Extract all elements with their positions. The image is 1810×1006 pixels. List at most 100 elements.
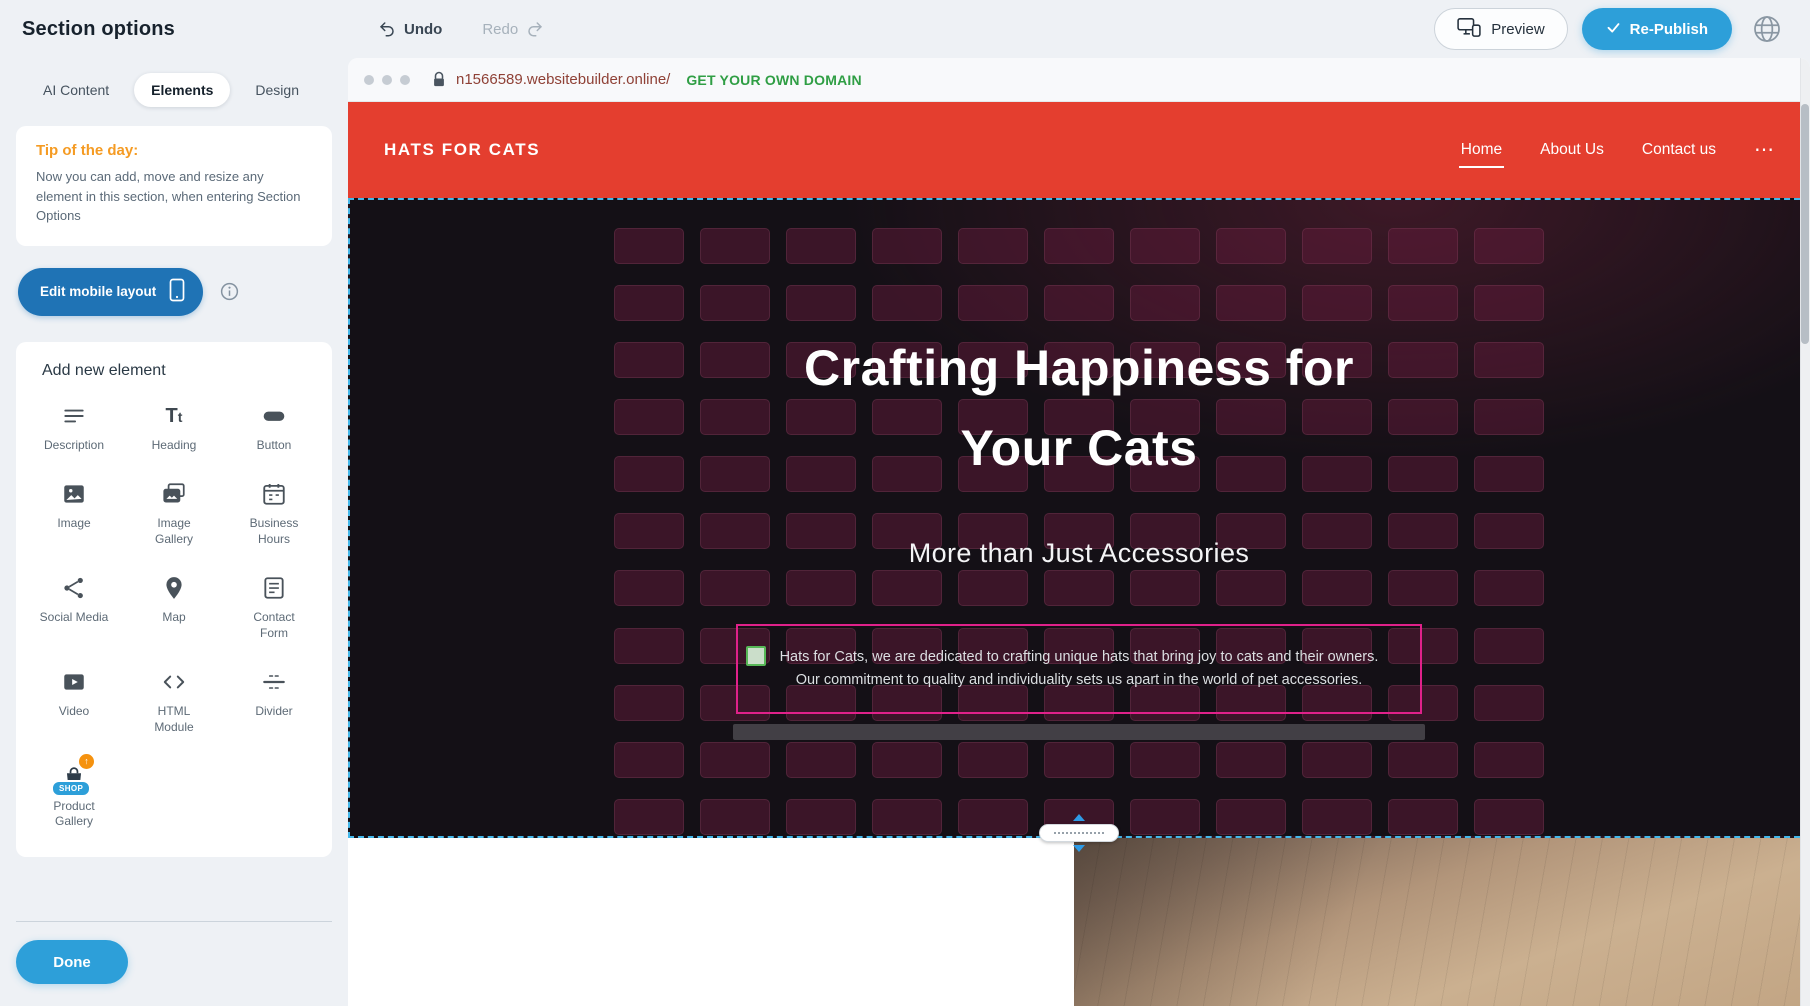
window-dot <box>382 75 392 85</box>
next-section <box>348 838 1810 1006</box>
add-element-contact-form[interactable]: Contact Form <box>224 560 324 654</box>
map-pin-icon <box>161 573 187 603</box>
add-element-image[interactable]: Image <box>24 466 124 560</box>
hero-tile <box>1302 228 1372 264</box>
redo-button[interactable]: Redo <box>476 19 550 39</box>
add-element-html-module[interactable]: HTML Module <box>124 654 224 748</box>
hero-heading[interactable]: Crafting Happiness for Your Cats <box>350 328 1808 488</box>
site-preview-pane: n1566589.websitebuilder.online/ GET YOUR… <box>348 58 1810 1006</box>
history-controls: Undo Redo <box>372 0 550 58</box>
edit-mobile-label: Edit mobile layout <box>40 284 156 299</box>
done-button[interactable]: Done <box>16 940 128 984</box>
site-header[interactable]: HATS FOR CATS Home About Us Contact us ⋯ <box>348 102 1810 198</box>
hero-tile <box>958 285 1028 321</box>
hero-tile <box>872 228 942 264</box>
element-drag-handle[interactable] <box>746 646 766 666</box>
page-title: Section options <box>22 18 175 41</box>
hero-tile <box>1044 228 1114 264</box>
info-icon[interactable] <box>219 281 240 302</box>
hero-tile <box>614 799 684 835</box>
hero-tile <box>1130 228 1200 264</box>
add-element-image-gallery[interactable]: Image Gallery <box>124 466 224 560</box>
site-logo[interactable]: HATS FOR CATS <box>384 140 540 160</box>
tip-title: Tip of the day: <box>36 142 312 159</box>
hero-subheading[interactable]: More than Just Accessories <box>350 538 1808 569</box>
add-element-title: Add new element <box>42 362 324 380</box>
get-your-own-domain-link[interactable]: GET YOUR OWN DOMAIN <box>686 72 861 88</box>
add-element-button[interactable]: Button <box>224 388 324 467</box>
hero-tile <box>1474 628 1544 664</box>
selected-text-element[interactable]: Hats for Cats, we are dedicated to craft… <box>736 624 1422 714</box>
hero-tile <box>700 742 770 778</box>
add-element-business-hours[interactable]: Business Hours <box>224 466 324 560</box>
hero-tile <box>786 570 856 606</box>
hero-tile <box>614 742 684 778</box>
add-element-social-media[interactable]: Social Media <box>24 560 124 654</box>
resize-arrow-down-icon <box>1073 845 1085 852</box>
add-element-heading[interactable]: Tt Heading <box>124 388 224 467</box>
edit-mobile-layout-button[interactable]: Edit mobile layout <box>18 268 203 316</box>
next-section-white-area[interactable] <box>348 838 1074 1006</box>
window-dots <box>364 75 410 85</box>
sidebar-divider <box>16 921 332 922</box>
hero-tile <box>786 799 856 835</box>
nav-contact-us[interactable]: Contact us <box>1642 141 1716 159</box>
tab-design[interactable]: Design <box>238 73 316 107</box>
tip-body: Now you can add, move and resize any ele… <box>36 167 312 226</box>
preview-scrollbar[interactable] <box>1800 58 1810 1006</box>
video-icon <box>61 667 87 697</box>
add-element-product-gallery[interactable]: ↑ SHOP Product Gallery <box>24 749 124 843</box>
section-resize-handle[interactable] <box>1039 814 1119 852</box>
shop-badge: SHOP <box>51 780 91 797</box>
hero-tile <box>614 685 684 721</box>
add-element-map[interactable]: Map <box>124 560 224 654</box>
undo-button[interactable]: Undo <box>372 19 448 39</box>
preview-button[interactable]: Preview <box>1434 8 1567 50</box>
hero-tile <box>958 228 1028 264</box>
heading-icon: Tt <box>166 401 183 431</box>
hero-tile <box>700 799 770 835</box>
scrollbar-thumb[interactable] <box>1801 104 1809 344</box>
hero-tile <box>1044 285 1114 321</box>
hero-tile <box>872 285 942 321</box>
contact-form-icon <box>261 573 287 603</box>
hero-tile <box>1388 285 1458 321</box>
add-element-description[interactable]: Description <box>24 388 124 467</box>
nav-home[interactable]: Home <box>1461 141 1502 159</box>
hero-tile <box>700 285 770 321</box>
topbar: Section options Undo Redo Preview Re-P <box>0 0 1810 58</box>
hero-tile <box>1216 228 1286 264</box>
hero-tile <box>958 570 1028 606</box>
resize-pill[interactable] <box>1039 824 1119 842</box>
add-element-card: Add new element Description Tt Heading <box>16 342 332 857</box>
add-element-divider[interactable]: Divider <box>224 654 324 748</box>
add-element-video[interactable]: Video <box>24 654 124 748</box>
undo-label: Undo <box>404 21 442 38</box>
tab-elements[interactable]: Elements <box>134 73 230 107</box>
hero-paragraph-line: Hats for Cats, we are dedicated to craft… <box>780 646 1379 669</box>
devices-icon <box>1457 17 1481 41</box>
hero-tile <box>1302 742 1372 778</box>
nav-about-us[interactable]: About Us <box>1540 141 1604 159</box>
hero-tile <box>786 742 856 778</box>
hero-tile <box>1388 742 1458 778</box>
hero-tile <box>1130 799 1200 835</box>
hero-tile-grid <box>614 228 1544 838</box>
topbar-actions: Preview Re-Publish <box>1434 8 1788 50</box>
hero-tile <box>1130 570 1200 606</box>
redo-label: Redo <box>482 21 518 38</box>
image-icon <box>61 479 87 509</box>
hero-tile <box>614 570 684 606</box>
language-globe-icon[interactable] <box>1746 8 1788 50</box>
hero-tile <box>1216 799 1286 835</box>
business-hours-icon <box>261 479 287 509</box>
hero-section-selected[interactable]: Crafting Happiness for Your Cats More th… <box>348 198 1810 838</box>
hero-tile <box>958 742 1028 778</box>
tab-ai-content[interactable]: AI Content <box>26 73 126 107</box>
window-dot <box>400 75 410 85</box>
hero-tile <box>1130 285 1200 321</box>
republish-button[interactable]: Re-Publish <box>1582 8 1732 50</box>
mobile-layout-row: Edit mobile layout <box>18 268 332 316</box>
nav-more-icon[interactable]: ⋯ <box>1754 140 1774 160</box>
pavement-photo[interactable] <box>1074 838 1810 1006</box>
